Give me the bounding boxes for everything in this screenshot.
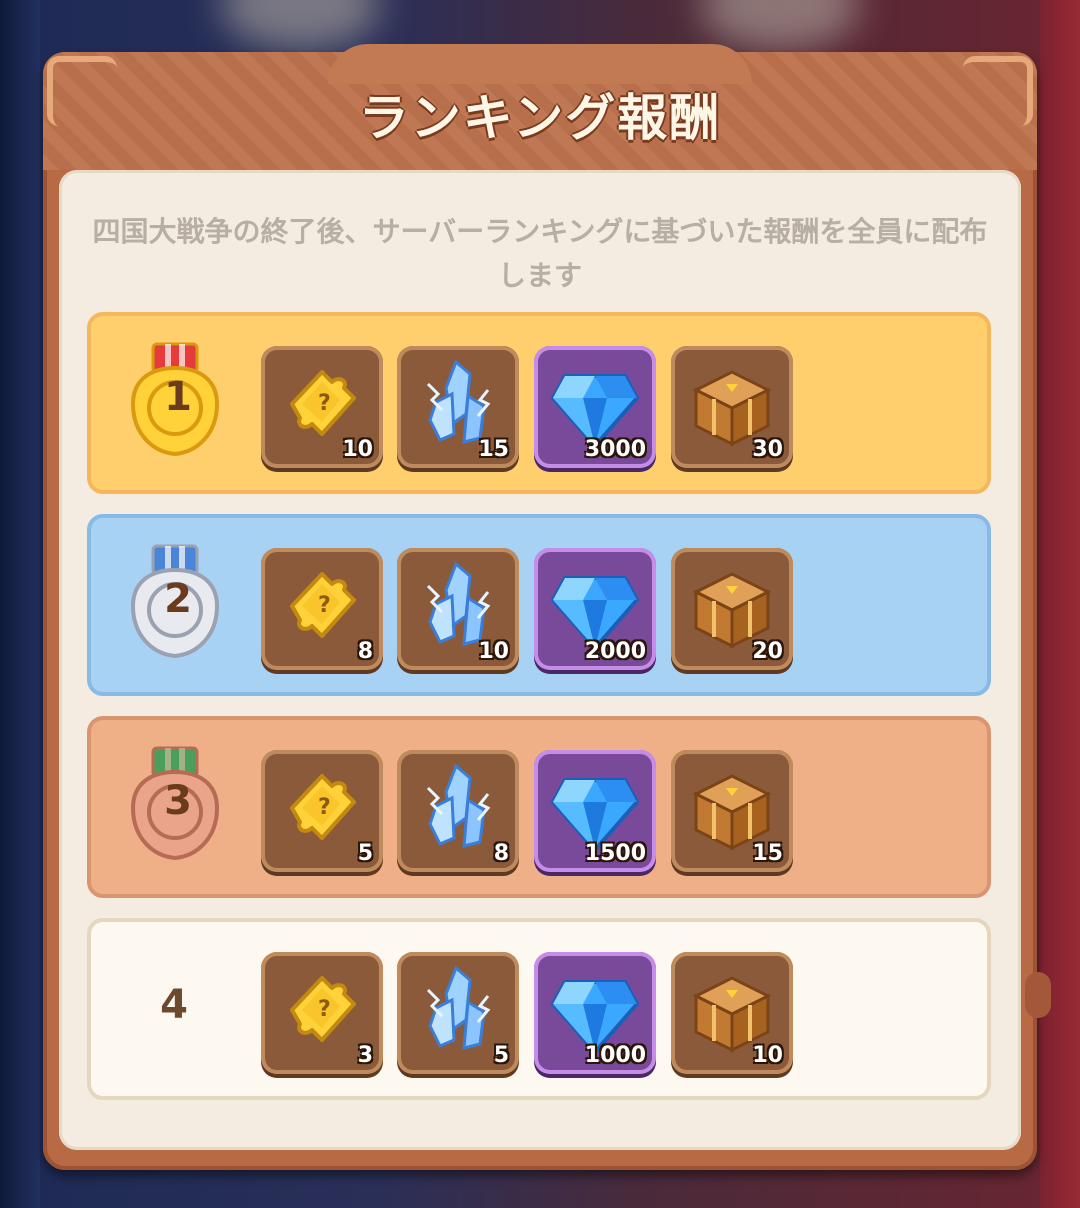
rank-number: 1: [164, 374, 192, 420]
reward-quantity: 5: [493, 1043, 509, 1068]
rank-number: 2: [164, 576, 192, 622]
svg-text:?: ?: [318, 795, 331, 820]
svg-text:?: ?: [318, 997, 331, 1022]
svg-text:?: ?: [318, 593, 331, 618]
reward-item[interactable]: 30: [671, 346, 793, 468]
reward-item[interactable]: ? 10: [261, 346, 383, 468]
reward-quantity: 3000: [584, 437, 646, 462]
reward-item[interactable]: 1000: [534, 952, 656, 1074]
rank-row-1: 1? 10 15 3000 30: [87, 312, 991, 494]
reward-quantity: 3: [357, 1043, 373, 1068]
reward-quantity: 1000: [584, 1043, 646, 1068]
reward-quantity: 10: [752, 1043, 783, 1068]
reward-item[interactable]: 3000: [534, 346, 656, 468]
reward-quantity: 8: [493, 841, 509, 866]
reward-quantity: 5: [357, 841, 373, 866]
reward-item[interactable]: 1500: [534, 750, 656, 872]
dialog-title: ランキング報酬: [358, 89, 722, 147]
rank-row-4: 4? 3 5 1000 10: [87, 918, 991, 1100]
reward-quantity: 8: [357, 639, 373, 664]
background-left: [0, 0, 40, 1208]
reward-item[interactable]: ? 3: [261, 952, 383, 1074]
reward-item[interactable]: 5: [397, 952, 519, 1074]
reward-quantity: 20: [752, 639, 783, 664]
reward-item[interactable]: 2000: [534, 548, 656, 670]
reward-item[interactable]: 10: [671, 952, 793, 1074]
reward-item[interactable]: 20: [671, 548, 793, 670]
reward-item[interactable]: 8: [397, 750, 519, 872]
reward-quantity: 10: [342, 437, 373, 462]
reward-item[interactable]: ? 8: [261, 548, 383, 670]
reward-item[interactable]: 15: [671, 750, 793, 872]
background-blur: [220, 0, 380, 50]
svg-text:?: ?: [318, 391, 331, 416]
title-band: ランキング報酬: [43, 44, 1037, 170]
reward-quantity: 15: [752, 841, 783, 866]
rank-row-2: 2? 8 10 2000 20: [87, 514, 991, 696]
rank-number: 3: [164, 778, 192, 824]
rank-number: 4: [160, 982, 188, 1028]
reward-quantity: 2000: [584, 639, 646, 664]
scroll-handle[interactable]: [1025, 972, 1051, 1018]
reward-item[interactable]: 15: [397, 346, 519, 468]
reward-quantity: 1500: [584, 841, 646, 866]
background-blur: [700, 0, 860, 50]
rank-row-3: 3? 5 8 1500 15: [87, 716, 991, 898]
dialog-body: 四国大戦争の終了後、サーバーランキングに基づいた報酬を全員に配布します 1? 10…: [59, 170, 1021, 1150]
reward-description: 四国大戦争の終了後、サーバーランキングに基づいた報酬を全員に配布します: [92, 215, 988, 292]
background-right: [1040, 0, 1080, 1208]
reward-item[interactable]: ? 5: [261, 750, 383, 872]
reward-item[interactable]: 10: [397, 548, 519, 670]
ranking-reward-dialog: ランキング報酬 四国大戦争の終了後、サーバーランキングに基づいた報酬を全員に配布…: [43, 44, 1051, 1170]
reward-quantity: 15: [478, 437, 509, 462]
reward-quantity: 30: [752, 437, 783, 462]
reward-quantity: 10: [478, 639, 509, 664]
